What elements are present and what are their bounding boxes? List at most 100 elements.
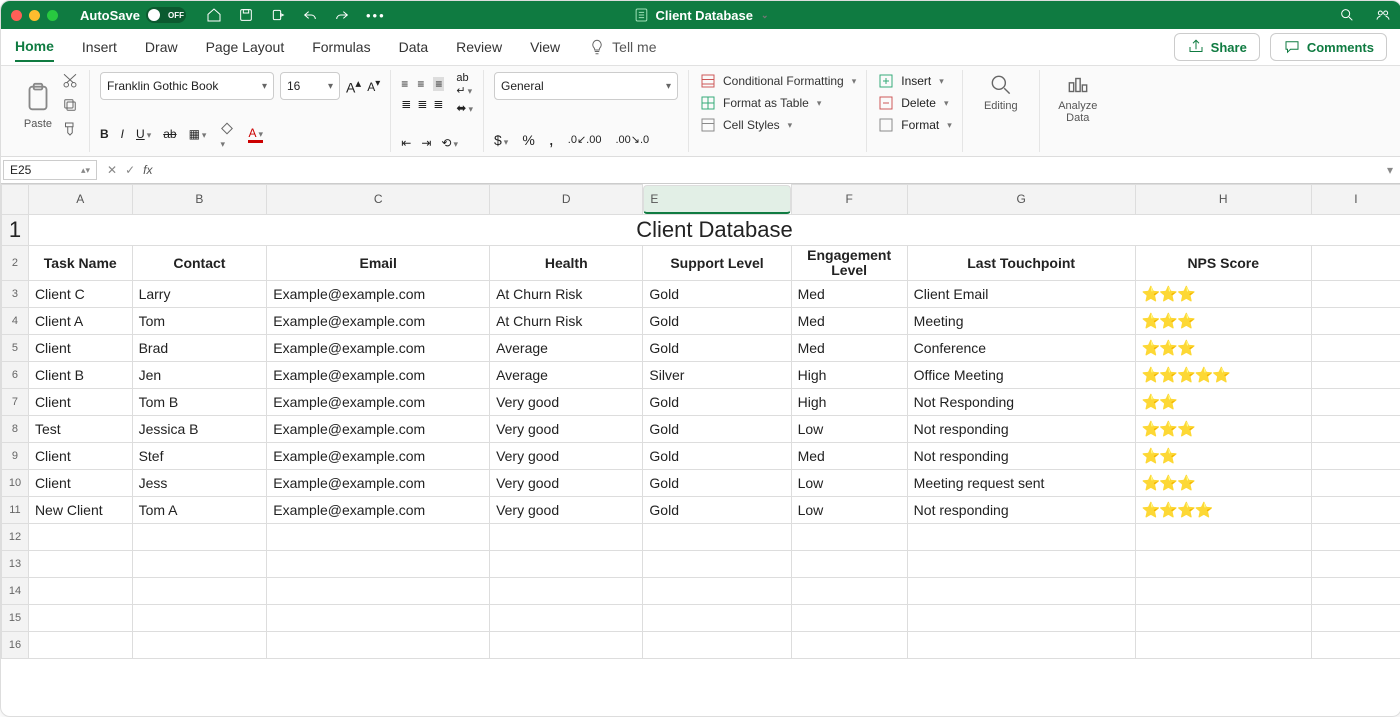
email-cell[interactable]: Example@example.com — [267, 389, 490, 416]
enter-formula-icon[interactable]: ✓ — [125, 163, 135, 177]
health-cell[interactable]: At Churn Risk — [490, 308, 643, 335]
tab-view[interactable]: View — [530, 33, 560, 61]
align-middle-icon[interactable]: ≡ — [417, 77, 427, 91]
cell[interactable] — [28, 524, 132, 551]
email-cell[interactable]: Example@example.com — [267, 335, 490, 362]
support-cell[interactable]: Gold — [643, 335, 791, 362]
cell[interactable] — [1311, 335, 1400, 362]
row-header[interactable]: 4 — [2, 308, 29, 335]
col-header-E[interactable]: E — [643, 185, 790, 214]
tab-home[interactable]: Home — [15, 32, 54, 62]
underline-button[interactable]: U▾ — [136, 127, 151, 141]
column-header-cell[interactable]: Email — [267, 245, 490, 281]
cell[interactable] — [791, 551, 907, 578]
export-icon[interactable] — [270, 7, 286, 23]
contact-cell[interactable]: Tom A — [132, 497, 267, 524]
cell[interactable] — [267, 578, 490, 605]
spreadsheet[interactable]: ABCDEFGHI1Client Database2Task NameConta… — [1, 184, 1400, 716]
cell[interactable] — [1311, 308, 1400, 335]
cell[interactable] — [643, 578, 791, 605]
engagement-cell[interactable]: Low — [791, 497, 907, 524]
engagement-cell[interactable]: Med — [791, 443, 907, 470]
cell[interactable] — [1311, 416, 1400, 443]
cell[interactable] — [1311, 245, 1400, 281]
cell[interactable] — [791, 605, 907, 632]
merge-icon[interactable]: ⬌▾ — [456, 101, 473, 115]
orientation-icon[interactable]: ⟲▾ — [441, 136, 458, 150]
contact-cell[interactable]: Brad — [132, 335, 267, 362]
row-header[interactable]: 8 — [2, 416, 29, 443]
cell[interactable] — [1135, 578, 1311, 605]
increase-decimal-icon[interactable]: .0↙.00 — [568, 133, 602, 146]
cell[interactable] — [267, 524, 490, 551]
cell[interactable] — [132, 578, 267, 605]
increase-indent-icon[interactable]: ⇥ — [421, 136, 431, 150]
contact-cell[interactable]: Stef — [132, 443, 267, 470]
email-cell[interactable]: Example@example.com — [267, 308, 490, 335]
cell[interactable] — [1135, 524, 1311, 551]
shrink-font-icon[interactable]: A▾ — [367, 78, 380, 94]
comma-icon[interactable]: , — [549, 129, 554, 150]
currency-icon[interactable]: $▾ — [494, 132, 508, 148]
cell[interactable] — [1311, 605, 1400, 632]
cell[interactable] — [132, 632, 267, 659]
col-header-F[interactable]: F — [791, 185, 907, 215]
cell[interactable] — [1311, 524, 1400, 551]
insert-cells-button[interactable]: Insert▾ — [877, 72, 952, 90]
font-size-select[interactable]: 16 — [280, 72, 340, 100]
strike-button[interactable]: ab — [163, 127, 176, 141]
support-cell[interactable]: Gold — [643, 416, 791, 443]
autosave-toggle[interactable]: AutoSave OFF — [80, 7, 186, 23]
cell[interactable] — [907, 578, 1135, 605]
cell[interactable] — [791, 578, 907, 605]
format-as-table-button[interactable]: Format as Table▾ — [699, 94, 856, 112]
contact-cell[interactable]: Jess — [132, 470, 267, 497]
health-cell[interactable]: Very good — [490, 416, 643, 443]
maximize-dot[interactable] — [47, 10, 58, 21]
cell[interactable] — [1311, 281, 1400, 308]
editing-button[interactable]: Editing — [973, 72, 1029, 112]
task-cell[interactable]: Test — [28, 416, 132, 443]
col-header-C[interactable]: C — [267, 185, 490, 215]
cell[interactable] — [1311, 389, 1400, 416]
column-header-cell[interactable]: Task Name — [28, 245, 132, 281]
comments-button[interactable]: Comments — [1270, 33, 1387, 61]
minimize-dot[interactable] — [29, 10, 40, 21]
touchpoint-cell[interactable]: Client Email — [907, 281, 1135, 308]
nps-stars-cell[interactable]: ⭐⭐⭐⭐ — [1135, 497, 1311, 524]
tab-review[interactable]: Review — [456, 33, 502, 61]
health-cell[interactable]: Very good — [490, 470, 643, 497]
cell[interactable] — [132, 524, 267, 551]
touchpoint-cell[interactable]: Office Meeting — [907, 362, 1135, 389]
row-header[interactable]: 5 — [2, 335, 29, 362]
cell[interactable] — [1311, 362, 1400, 389]
task-cell[interactable]: Client A — [28, 308, 132, 335]
row-header[interactable]: 14 — [2, 578, 29, 605]
align-left-icon[interactable]: ≣ — [401, 97, 411, 111]
nps-stars-cell[interactable]: ⭐⭐⭐ — [1135, 281, 1311, 308]
close-dot[interactable] — [11, 10, 22, 21]
nps-stars-cell[interactable]: ⭐⭐⭐ — [1135, 308, 1311, 335]
contact-cell[interactable]: Tom — [132, 308, 267, 335]
cell[interactable] — [490, 632, 643, 659]
column-header-cell[interactable]: Health — [490, 245, 643, 281]
row-header[interactable]: 12 — [2, 524, 29, 551]
cell[interactable] — [1135, 551, 1311, 578]
cell[interactable] — [1135, 605, 1311, 632]
number-format-select[interactable]: General — [494, 72, 678, 100]
touchpoint-cell[interactable]: Meeting — [907, 308, 1135, 335]
align-top-icon[interactable]: ≡ — [401, 77, 411, 91]
email-cell[interactable]: Example@example.com — [267, 416, 490, 443]
share-button[interactable]: Share — [1174, 33, 1260, 61]
col-header-H[interactable]: H — [1135, 185, 1311, 215]
nps-stars-cell[interactable]: ⭐⭐ — [1135, 443, 1311, 470]
email-cell[interactable]: Example@example.com — [267, 497, 490, 524]
email-cell[interactable]: Example@example.com — [267, 281, 490, 308]
search-icon[interactable] — [1339, 7, 1355, 23]
cell[interactable] — [1135, 632, 1311, 659]
name-box[interactable]: E25▴▾ — [3, 160, 97, 180]
bold-button[interactable]: B — [100, 127, 109, 141]
cut-icon[interactable] — [61, 72, 79, 90]
cell[interactable] — [907, 632, 1135, 659]
tab-formulas[interactable]: Formulas — [312, 33, 370, 61]
